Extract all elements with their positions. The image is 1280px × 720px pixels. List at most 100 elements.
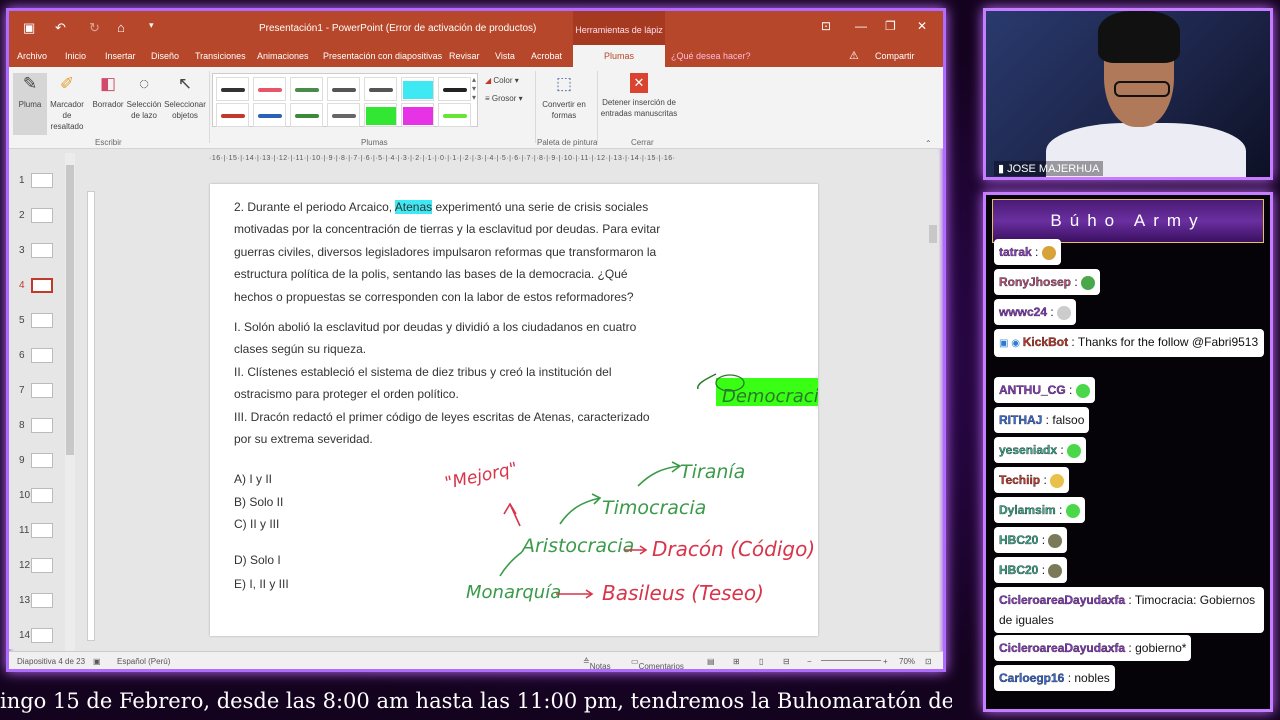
convert-to-shapes-button[interactable]: ⬚ Convertir en formas bbox=[539, 73, 589, 121]
chat-username[interactable]: yeseniadx bbox=[999, 443, 1057, 457]
tab-archivo[interactable]: Archivo bbox=[17, 51, 47, 61]
pen-swatch[interactable] bbox=[290, 77, 323, 101]
emote-icon bbox=[1057, 305, 1072, 320]
zoom-level[interactable]: 70% bbox=[899, 657, 915, 666]
warning-icon[interactable]: ⚠ bbox=[849, 49, 859, 62]
chat-username[interactable]: HBC20 bbox=[999, 533, 1039, 547]
customize-qa-icon[interactable]: ▾ bbox=[149, 20, 154, 31]
eraser-button[interactable]: ◧ Borrador bbox=[91, 73, 125, 110]
pen-swatch[interactable] bbox=[216, 103, 249, 127]
highlighter-button[interactable]: ✐ Marcador de resaltado bbox=[45, 73, 89, 132]
pen-swatch[interactable] bbox=[401, 103, 434, 127]
tab-diseno[interactable]: Diseño bbox=[151, 51, 179, 61]
gallery-scroll-icon[interactable]: ▴ ▾ ▾ bbox=[472, 75, 476, 102]
stop-inking-button[interactable]: ✕ Detener inserción de entradas manuscrit… bbox=[599, 73, 679, 119]
tab-acrobat[interactable]: Acrobat bbox=[531, 51, 562, 61]
thumbnails-scrollbar[interactable] bbox=[65, 153, 75, 651]
slide-thumbnail[interactable] bbox=[31, 243, 53, 258]
chat-separator: : bbox=[1125, 593, 1135, 607]
slide-thumbnail[interactable] bbox=[31, 628, 53, 643]
ribbon-options-icon[interactable]: ⊡ bbox=[821, 19, 831, 33]
pen-swatch[interactable] bbox=[438, 103, 471, 127]
slide-thumbnail[interactable] bbox=[31, 173, 53, 188]
slide-thumbnail[interactable] bbox=[31, 208, 53, 223]
pen-swatch[interactable] bbox=[364, 77, 397, 101]
scroll-thumb[interactable] bbox=[66, 165, 74, 455]
notes-button[interactable]: ≙ Notas bbox=[583, 657, 611, 671]
pen-stroke-icon bbox=[295, 114, 319, 118]
close-icon[interactable]: ✕ bbox=[917, 19, 927, 33]
pen-swatch[interactable] bbox=[327, 77, 360, 101]
undo-icon[interactable]: ↶ bbox=[55, 20, 66, 36]
zoom-slider[interactable] bbox=[821, 660, 881, 661]
zoom-out-icon[interactable]: − bbox=[807, 657, 812, 666]
pen-swatch[interactable] bbox=[216, 77, 249, 101]
slide-thumbnail[interactable] bbox=[31, 418, 53, 433]
save-icon[interactable]: ▣ bbox=[23, 20, 35, 36]
slide-thumbnail[interactable] bbox=[31, 488, 53, 503]
select-objects-button[interactable]: ↖ Seleccionar objetos bbox=[163, 73, 207, 121]
slide-scrollbar[interactable] bbox=[927, 153, 939, 651]
thickness-dropdown[interactable]: ≡ Grosor ▾ bbox=[485, 93, 535, 104]
slideshow-icon[interactable]: ⊟ bbox=[783, 657, 790, 666]
pen-swatch[interactable] bbox=[364, 103, 397, 127]
chat-username[interactable]: Techiip bbox=[999, 473, 1040, 487]
slide-thumbnail[interactable] bbox=[31, 523, 53, 538]
normal-view-icon[interactable]: ▤ bbox=[707, 657, 715, 666]
color-dropdown[interactable]: ◢ Color ▾ bbox=[485, 75, 535, 86]
slide-thumbnail[interactable] bbox=[31, 348, 53, 363]
slide-thumbnail[interactable] bbox=[31, 383, 53, 398]
maximize-icon[interactable]: ❐ bbox=[885, 19, 896, 33]
slide-thumbnail[interactable] bbox=[31, 593, 53, 608]
chat-username[interactable]: KickBot bbox=[1023, 335, 1069, 349]
tab-insertar[interactable]: Insertar bbox=[105, 51, 136, 61]
slide-thumbnail[interactable] bbox=[31, 278, 53, 293]
chat-username[interactable]: ANTHU_CG bbox=[999, 383, 1066, 397]
tab-revisar[interactable]: Revisar bbox=[449, 51, 480, 61]
chat-message: CicleroareaDayudaxfa : gobierno* bbox=[994, 635, 1192, 661]
lasso-label: Selección de lazo bbox=[126, 100, 162, 120]
chat-username[interactable]: HBC20 bbox=[999, 563, 1039, 577]
minimize-icon[interactable]: — bbox=[855, 19, 867, 33]
chat-username[interactable]: CicleroareaDayudaxfa bbox=[999, 593, 1125, 607]
share-button[interactable]: Compartir bbox=[875, 51, 915, 61]
zoom-in-icon[interactable]: + bbox=[883, 657, 888, 666]
chat-username[interactable]: RITHAJ bbox=[999, 413, 1043, 427]
pen-swatch[interactable] bbox=[401, 77, 434, 101]
tab-presentacion[interactable]: Presentación con diapositivas bbox=[323, 51, 442, 61]
chat-username[interactable]: Carloegp16 bbox=[999, 671, 1065, 685]
tab-plumas[interactable]: Plumas bbox=[573, 45, 665, 67]
chat-username[interactable]: RonyJhosep bbox=[999, 275, 1071, 289]
scroll-thumb[interactable] bbox=[929, 225, 937, 243]
chat-username[interactable]: CicleroareaDayudaxfa bbox=[999, 641, 1125, 655]
pen-swatch[interactable] bbox=[327, 103, 360, 127]
pen-swatch[interactable] bbox=[253, 103, 286, 127]
pen-swatch[interactable] bbox=[438, 77, 471, 101]
fit-slide-icon[interactable]: ⊡ bbox=[925, 657, 932, 666]
tab-animaciones[interactable]: Animaciones bbox=[257, 51, 309, 61]
chat-username[interactable]: tatrak bbox=[999, 245, 1032, 259]
tab-inicio[interactable]: Inicio bbox=[65, 51, 86, 61]
slide-thumbnail[interactable] bbox=[31, 313, 53, 328]
pen-swatch[interactable] bbox=[253, 77, 286, 101]
chat-username[interactable]: wwwc24 bbox=[999, 305, 1047, 319]
tell-me-search[interactable]: ¿Qué desea hacer? bbox=[671, 51, 751, 61]
redo-icon[interactable]: ↻ bbox=[89, 20, 100, 36]
tab-vista[interactable]: Vista bbox=[495, 51, 515, 61]
slide-thumbnail[interactable] bbox=[31, 453, 53, 468]
sorter-view-icon[interactable]: ⊞ bbox=[733, 657, 740, 666]
chat-username[interactable]: Dylamsim bbox=[999, 503, 1056, 517]
slide-thumbnail[interactable] bbox=[31, 558, 53, 573]
lasso-select-button[interactable]: ◌ Selección de lazo bbox=[125, 73, 163, 121]
spellcheck-icon[interactable]: ▣ bbox=[93, 657, 101, 666]
tab-transiciones[interactable]: Transiciones bbox=[195, 51, 246, 61]
collapse-ribbon-icon[interactable]: ⌃ bbox=[925, 139, 932, 148]
comments-button[interactable]: ▭ Comentarios bbox=[631, 657, 684, 671]
eraser-icon: ◧ bbox=[99, 74, 117, 93]
slide-canvas[interactable]: 2. Durante el periodo Arcaico, Atenas ex… bbox=[210, 184, 818, 636]
reading-view-icon[interactable]: ▯ bbox=[759, 657, 763, 666]
language-status[interactable]: Español (Perú) bbox=[117, 657, 170, 666]
present-icon[interactable]: ⌂ bbox=[117, 20, 125, 35]
pen-tool-button[interactable]: ✎ Pluma bbox=[13, 73, 47, 135]
pen-swatch[interactable] bbox=[290, 103, 323, 127]
